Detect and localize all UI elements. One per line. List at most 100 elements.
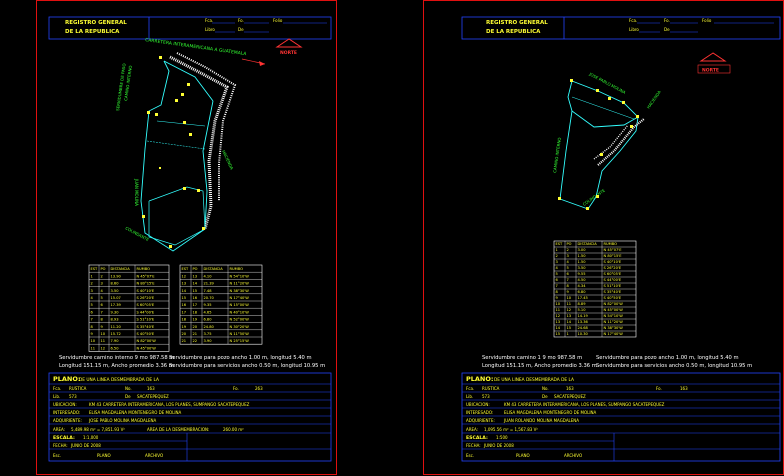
- area-value-right: 1,095.56 m² = 1,567.83 V²: [484, 427, 538, 432]
- table-cell: N 52°00'W: [230, 318, 250, 322]
- table-cell: 21.39: [204, 282, 215, 286]
- interesado-value-right: ELISA MAGDALENA MONTENEGRO DE MOLINA: [504, 410, 597, 415]
- table-cell: N 17°40'W: [604, 332, 624, 336]
- table-cell: 18: [193, 310, 198, 314]
- table-cell: 2: [101, 274, 103, 278]
- no-value: 163: [147, 386, 155, 391]
- folio-label: Fo.: [233, 386, 239, 391]
- table-cell: 1.50: [578, 260, 587, 264]
- table-header: EST: [182, 267, 190, 271]
- road-label-hacienda-right: HACIENDA: [646, 89, 662, 109]
- table-cell: 3: [556, 260, 558, 264]
- table-cell: 4: [101, 289, 104, 293]
- note-2: Servidumbre para pozo ancho 1.00 m, long…: [169, 355, 312, 361]
- note-4: Servidumbre para servicios ancho 0.50 m,…: [169, 363, 325, 369]
- table-cell: S 44°00'E: [137, 310, 155, 314]
- table-cell: 5: [567, 266, 569, 270]
- header-libro2-label: Libro: [205, 27, 215, 32]
- table-cell: N 38°30'W: [230, 289, 250, 293]
- table-cell: 17.39: [111, 303, 122, 307]
- escala-label: ESCALA:: [53, 435, 75, 441]
- table-cell: 4: [556, 266, 559, 270]
- note-1-right: Servidumbre camino 1 9 mo 987.58 m: [482, 355, 582, 361]
- table-cell: 7: [101, 310, 103, 314]
- area-value: 5,489.98 m² = 7,851.93 V²: [71, 427, 125, 432]
- finca-value: RUSTICA: [69, 386, 87, 391]
- table-cell: N 11°20'W: [230, 282, 250, 286]
- table-cell: 4.34: [578, 284, 587, 288]
- interesado-label: INTERESADO:: [53, 410, 80, 415]
- folio-value: 263: [255, 386, 263, 391]
- table-cell: 13.36: [578, 320, 589, 324]
- table-cell: 7: [556, 284, 558, 288]
- plan-sheet-right: REGISTRO GENERAL DE LA REPUBLICA Fca. Fo…: [423, 0, 784, 475]
- table-cell: N 15°00'W: [230, 303, 250, 307]
- table-cell: 7: [567, 278, 569, 282]
- escala-value: 1:1,000: [83, 435, 99, 440]
- interesado-value: ELISA MAGDALENA MONTENEGRO DE MOLINA: [89, 410, 182, 415]
- table-cell: 11.20: [111, 325, 122, 329]
- table-cell: 3.75: [204, 332, 212, 336]
- planos-label: PLANO: [97, 453, 111, 458]
- table-cell: 4.50: [578, 278, 587, 282]
- fecha-label: FECHA:: [53, 443, 68, 448]
- table-cell: 9.30: [111, 310, 120, 314]
- table-cell: N 40°10'W: [230, 310, 250, 314]
- finca-label: Fca.: [53, 386, 61, 391]
- fecha-value: JUNIO DE 2008: [70, 443, 101, 448]
- table-cell: N 45°07'E: [604, 248, 623, 252]
- plan-sheet-left: REGISTRO GENERAL DE LA REPUBLICA Fca. Fo…: [36, 0, 337, 475]
- table-cell: 13.90: [111, 274, 122, 278]
- table-cell: S 40°50'E: [137, 332, 155, 336]
- table-cell: S 35°40'E: [137, 325, 155, 329]
- table-cell: 6.80: [204, 318, 213, 322]
- table-cell: 16: [193, 296, 198, 300]
- plano-label-right: PLANO:: [466, 375, 494, 383]
- table-cell: 6: [567, 272, 570, 276]
- esc-label-right: Esc.: [466, 453, 474, 458]
- registry-title-1-right: REGISTRO GENERAL: [486, 20, 548, 26]
- table-cell: 11: [101, 339, 106, 343]
- no-label-right: No.: [542, 386, 549, 391]
- table-cell: 17.45: [578, 296, 588, 300]
- table-header: RUMBO: [604, 242, 618, 246]
- table-cell: 1.50: [578, 254, 587, 258]
- adquiriente-label: ADQUIRIENTE:: [53, 418, 82, 423]
- finca-label-right: Fca.: [466, 386, 474, 391]
- table-cell: 5: [91, 303, 93, 307]
- title-block-right: PLANO: DE UNA LINEA DESMEMBRADA DE LA Fc…: [461, 372, 781, 462]
- table-cell: 13: [556, 320, 561, 324]
- table-cell: 4.10: [204, 274, 213, 278]
- table-cell: 9: [101, 325, 104, 329]
- ubicacion-value-right: KM 43 CARRETERA INTERAMERICANA, LOS PLAN…: [504, 402, 665, 407]
- table-cell: 8.60: [111, 282, 120, 286]
- table-header: EST: [91, 267, 99, 271]
- archivo-label-right: ARCHIVO: [564, 453, 582, 458]
- table-cell: 14: [556, 326, 561, 330]
- table-cell: 14: [182, 289, 187, 293]
- table-cell: 9: [567, 290, 570, 294]
- note-1: Servidumbre camino interno 9 mo 987.58 m: [59, 355, 174, 361]
- escala-label-right: ESCALA:: [466, 435, 488, 441]
- north-label: NORTE: [280, 50, 297, 56]
- lib-label-right: Lib.: [466, 394, 473, 399]
- table-cell: 8.89: [578, 302, 587, 306]
- table-cell: 20.70: [204, 296, 215, 300]
- table-cell: 6: [556, 278, 559, 282]
- table-cell: 11: [556, 308, 561, 312]
- table-cell: 11: [567, 302, 572, 306]
- table-cell: 10: [101, 332, 106, 336]
- table-cell: 15: [182, 296, 187, 300]
- interesado-label-right: INTERESADO:: [466, 410, 493, 415]
- bearing-tables: EST PO DISTANCIA RUMBO1 2 13.90 N 45°07'E2 3 8.6…: [88, 264, 263, 352]
- header-folio-label-right: Fo.: [664, 18, 670, 23]
- table-cell: 18: [182, 318, 187, 322]
- registry-title-2-right: DE LA REPUBLICA: [486, 29, 541, 35]
- ubicacion-value: KM 43 CARRETERA INTERAMERICANA, LOS PLAN…: [89, 402, 250, 407]
- north-label-right: NORTE: [702, 68, 719, 74]
- table-cell: 21: [182, 339, 187, 343]
- table-cell: 9: [91, 332, 94, 336]
- area-desm-value: 260.00 m²: [223, 427, 244, 432]
- table-cell: 4: [91, 296, 94, 300]
- bearing-tables-right: EST PO DISTANCIA RUMBO1 2 3.00 N 45°07'E2 3 1.50…: [553, 240, 637, 338]
